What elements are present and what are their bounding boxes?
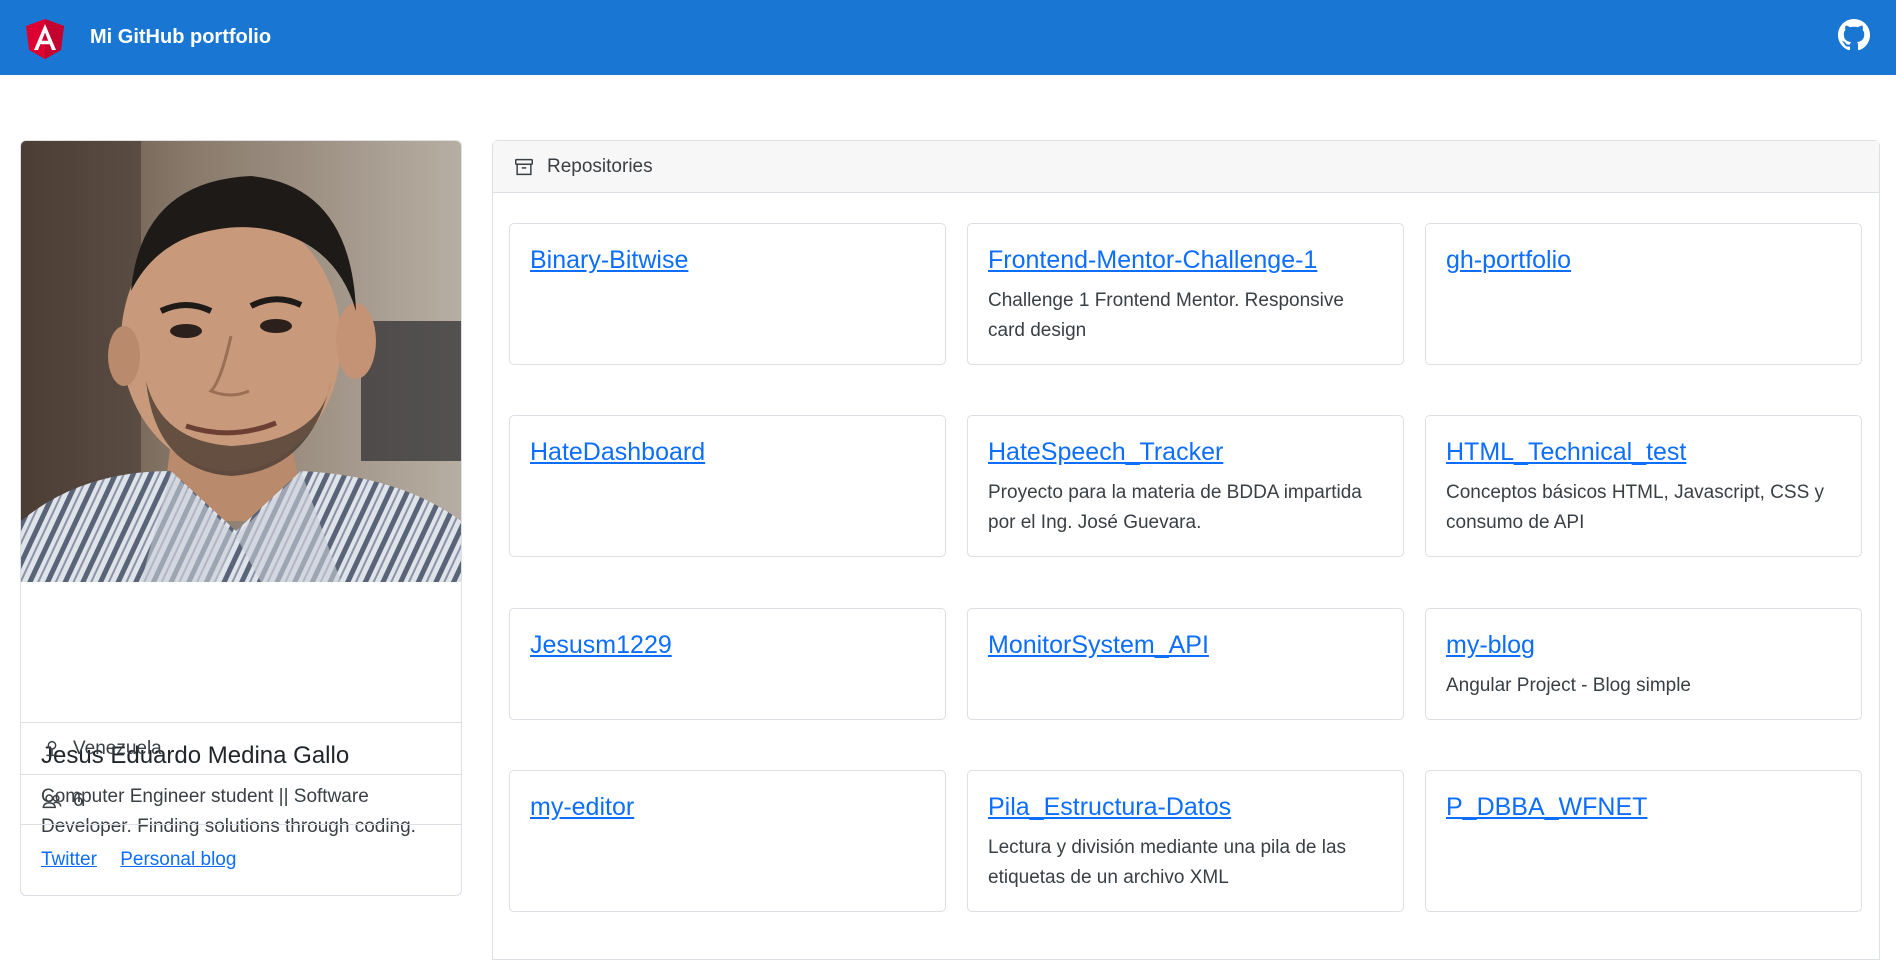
repositories-title: Repositories xyxy=(547,155,653,177)
repo-name-link[interactable]: P_DBBA_WFNET xyxy=(1446,791,1841,823)
profile-card: Jesus Eduardo Medina Gallo Computer Engi… xyxy=(20,140,462,896)
archive-icon xyxy=(515,158,533,175)
followers-count: 6 xyxy=(73,789,84,811)
location-text: Venezuela xyxy=(73,737,162,759)
angular-logo-icon[interactable] xyxy=(26,19,64,59)
repo-card: my-blog Angular Project - Blog simple xyxy=(1425,608,1862,720)
repo-name-link[interactable]: Frontend-Mentor-Challenge-1 xyxy=(988,244,1383,276)
repo-name-link[interactable]: HTML_Technical_test xyxy=(1446,436,1841,468)
repo-name-link[interactable]: MonitorSystem_API xyxy=(988,629,1383,661)
repo-card: Binary-Bitwise xyxy=(509,223,946,365)
location-row: Venezuela xyxy=(21,722,461,774)
repo-card: Frontend-Mentor-Challenge-1 Challenge 1 F… xyxy=(967,223,1404,365)
twitter-link[interactable]: Twitter xyxy=(41,849,97,870)
people-icon xyxy=(42,793,62,808)
repo-card: HTML_Technical_test Conceptos básicos HTM… xyxy=(1425,415,1862,557)
github-icon[interactable] xyxy=(1838,19,1870,51)
repo-card: MonitorSystem_API xyxy=(967,608,1404,720)
repo-name-link[interactable]: my-blog xyxy=(1446,629,1841,661)
repo-name-link[interactable]: Pila_Estructura-Datos xyxy=(988,791,1383,823)
repo-description: Angular Project - Blog simple xyxy=(1446,675,1691,696)
repositories-panel: Repositories Binary-Bitwise Frontend-Ment… xyxy=(492,140,1880,960)
top-navbar: Mi GitHub portfolio xyxy=(0,0,1896,75)
profile-photo xyxy=(21,141,461,582)
repo-name-link[interactable]: gh-portfolio xyxy=(1446,244,1841,276)
repo-description: Challenge 1 Frontend Mentor. Responsive … xyxy=(988,290,1344,341)
repo-card: Pila_Estructura-Datos Lectura y división … xyxy=(967,770,1404,912)
repo-name-link[interactable]: HateDashboard xyxy=(530,436,925,468)
repositories-header: Repositories xyxy=(493,141,1879,193)
repo-description: Conceptos básicos HTML, Javascript, CSS … xyxy=(1446,482,1825,533)
repo-description: Proyecto para la materia de BDDA imparti… xyxy=(988,482,1362,533)
repo-card: Jesusm1229 xyxy=(509,608,946,720)
profile-links: Twitter Personal blog xyxy=(21,824,461,895)
repo-name-link[interactable]: Binary-Bitwise xyxy=(530,244,925,276)
repo-description: Lectura y división mediante una pila de … xyxy=(988,837,1347,888)
location-pin-icon xyxy=(46,740,58,756)
personal-blog-link[interactable]: Personal blog xyxy=(120,849,236,870)
repo-name-link[interactable]: HateSpeech_Tracker xyxy=(988,436,1383,468)
repo-card: HateSpeech_Tracker Proyecto para la mater… xyxy=(967,415,1404,557)
repo-card: P_DBBA_WFNET xyxy=(1425,770,1862,912)
repo-name-link[interactable]: my-editor xyxy=(530,791,925,823)
repo-card: my-editor xyxy=(509,770,946,912)
repo-card: gh-portfolio xyxy=(1425,223,1862,365)
repo-card: HateDashboard xyxy=(509,415,946,557)
repo-name-link[interactable]: Jesusm1229 xyxy=(530,629,925,661)
followers-row: 6 xyxy=(21,774,461,826)
app-title[interactable]: Mi GitHub portfolio xyxy=(90,26,271,49)
